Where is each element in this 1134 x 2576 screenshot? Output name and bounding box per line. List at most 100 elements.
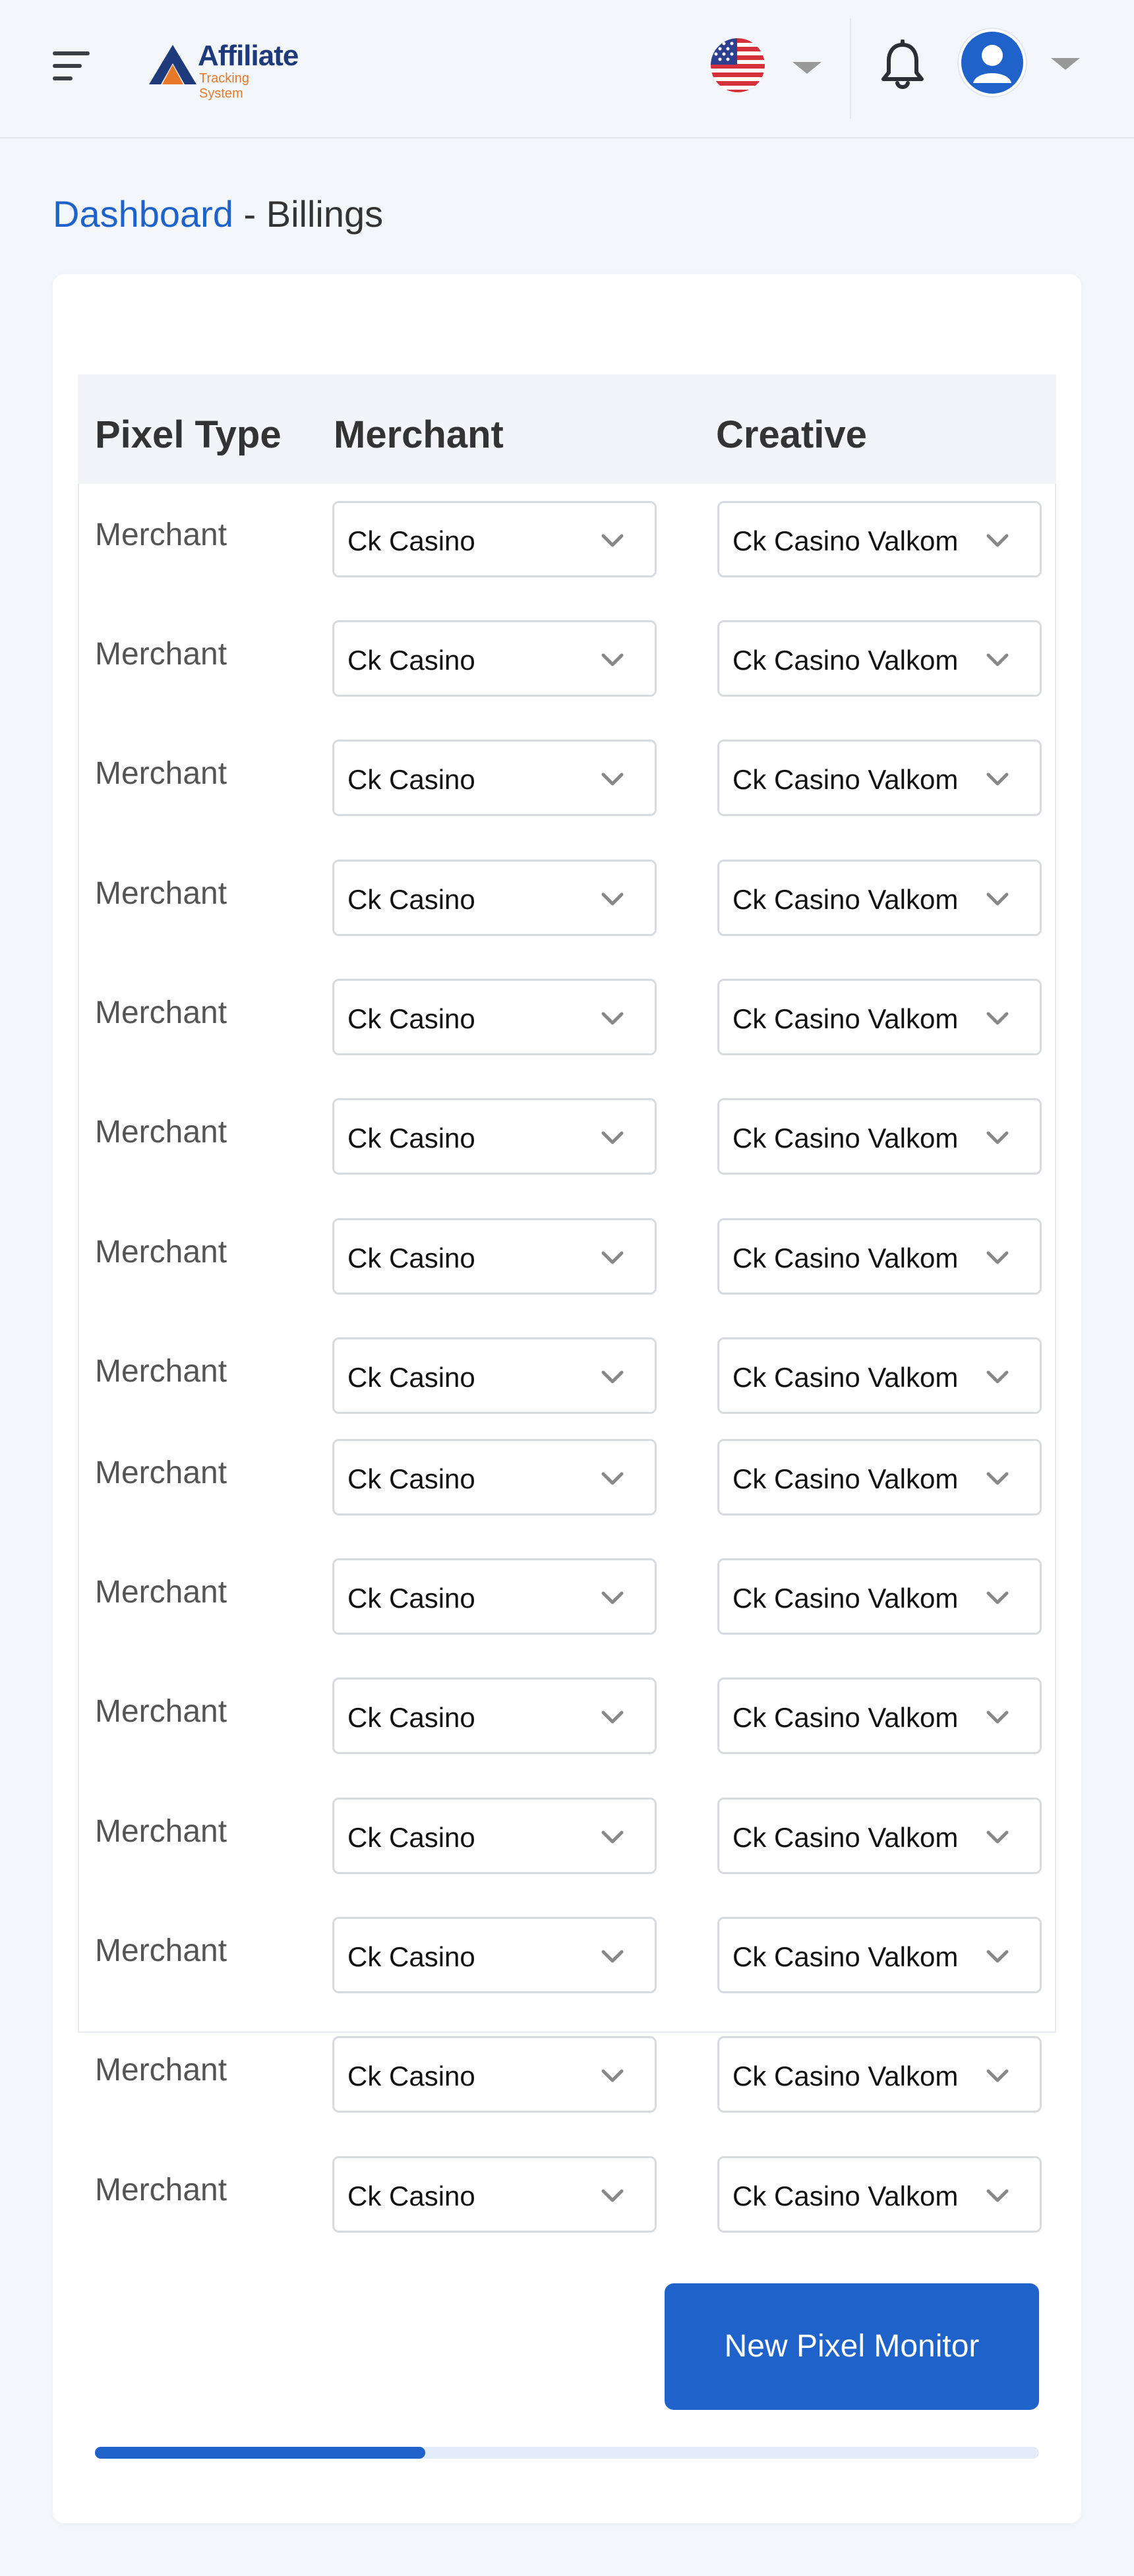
user-dropdown-caret-icon[interactable]: [1051, 58, 1080, 70]
pixel-type-cell: Merchant: [95, 2053, 227, 2088]
merchant-select-value: Ck Casino: [347, 1941, 475, 1972]
scrollbar-thumb[interactable]: [95, 2447, 426, 2459]
creative-select[interactable]: Ck Casino Valkom: [717, 979, 1042, 1055]
merchant-select-value: Ck Casino: [347, 1123, 475, 1154]
creative-select[interactable]: Ck Casino Valkom: [717, 1337, 1042, 1414]
pixel-type-cell: Merchant: [95, 637, 227, 672]
pixel-type-cell: Merchant: [95, 1115, 227, 1150]
creative-select-value: Ck Casino Valkom: [732, 764, 959, 795]
merchant-select-value: Ck Casino: [347, 1362, 475, 1393]
language-dropdown-caret-icon[interactable]: [792, 62, 821, 74]
table-row: Merchant Ck Casino Ck Casino Valkom: [53, 1081, 1081, 1175]
creative-select[interactable]: Ck Casino Valkom: [717, 2156, 1042, 2233]
creative-select-value: Ck Casino Valkom: [732, 1003, 959, 1034]
merchant-select[interactable]: Ck Casino: [332, 2156, 657, 2233]
creative-select-value: Ck Casino Valkom: [732, 1123, 959, 1154]
breadcrumb-current: Billings: [266, 193, 384, 235]
merchant-select[interactable]: Ck Casino: [332, 2036, 657, 2113]
chevron-down-icon: [599, 887, 626, 913]
chevron-down-icon: [984, 1245, 1011, 1272]
merchant-select[interactable]: Ck Casino: [332, 1678, 657, 1754]
column-header-creative[interactable]: Creative: [716, 413, 867, 457]
merchant-select[interactable]: Ck Casino: [332, 1439, 657, 1515]
chevron-down-icon: [599, 1944, 626, 1970]
us-flag-icon[interactable]: [711, 38, 765, 92]
chevron-down-icon: [599, 1245, 626, 1272]
table-row: Merchant Ck Casino Ck Casino Valkom: [53, 1541, 1081, 1635]
table-row: Merchant Ck Casino Ck Casino Valkom: [53, 1422, 1081, 1515]
creative-select-value: Ck Casino Valkom: [732, 2181, 959, 2211]
chevron-down-icon: [599, 767, 626, 793]
table-row: Merchant Ck Casino Ck Casino Valkom: [53, 2019, 1081, 2113]
merchant-select[interactable]: Ck Casino: [332, 740, 657, 816]
merchant-select[interactable]: Ck Casino: [332, 1218, 657, 1295]
pixel-type-cell: Merchant: [95, 517, 227, 552]
table-row: Merchant Ck Casino Ck Casino Valkom: [53, 484, 1081, 577]
column-header-pixel-type: Pixel Type: [95, 413, 282, 456]
creative-select-value: Ck Casino Valkom: [732, 884, 959, 915]
merchant-select[interactable]: Ck Casino: [332, 1098, 657, 1175]
creative-select[interactable]: Ck Casino Valkom: [717, 1678, 1042, 1754]
creative-select[interactable]: Ck Casino Valkom: [717, 1098, 1042, 1175]
chevron-down-icon: [984, 2183, 1011, 2210]
hamburger-menu-icon[interactable]: [53, 51, 90, 80]
merchant-select-value: Ck Casino: [347, 1702, 475, 1733]
pixel-type-cell: Merchant: [95, 2173, 227, 2208]
creative-select[interactable]: Ck Casino Valkom: [717, 1917, 1042, 1993]
breadcrumb-dashboard-link[interactable]: Dashboard: [53, 193, 233, 235]
creative-select[interactable]: Ck Casino Valkom: [717, 2036, 1042, 2113]
table-row: Merchant Ck Casino Ck Casino Valkom: [53, 1201, 1081, 1295]
merchant-select-value: Ck Casino: [347, 1583, 475, 1614]
merchant-select[interactable]: Ck Casino: [332, 501, 657, 577]
merchant-select[interactable]: Ck Casino: [332, 1337, 657, 1414]
creative-select[interactable]: Ck Casino Valkom: [717, 1218, 1042, 1295]
creative-select-value: Ck Casino Valkom: [732, 1583, 959, 1614]
chevron-down-icon: [599, 1006, 626, 1032]
bell-icon[interactable]: [880, 39, 926, 92]
creative-select[interactable]: Ck Casino Valkom: [717, 1558, 1042, 1635]
merchant-select[interactable]: Ck Casino: [332, 1558, 657, 1635]
table-header: Pixel Type Merchant Creative: [78, 374, 1056, 484]
creative-select[interactable]: Ck Casino Valkom: [717, 860, 1042, 936]
creative-select[interactable]: Ck Casino Valkom: [717, 1439, 1042, 1515]
pixel-type-cell: Merchant: [95, 1575, 227, 1610]
creative-select[interactable]: Ck Casino Valkom: [717, 501, 1042, 577]
merchant-select[interactable]: Ck Casino: [332, 1917, 657, 1993]
merchant-select[interactable]: Ck Casino: [332, 620, 657, 697]
logo[interactable]: Affiliate Tracking System: [149, 40, 299, 101]
merchant-select-value: Ck Casino: [347, 884, 475, 915]
logo-subtitle-text: Tracking System: [199, 71, 249, 101]
merchant-select[interactable]: Ck Casino: [332, 979, 657, 1055]
chevron-down-icon: [984, 2063, 1011, 2090]
creative-select[interactable]: Ck Casino Valkom: [717, 740, 1042, 816]
creative-select-value: Ck Casino Valkom: [732, 645, 959, 676]
chevron-down-icon: [984, 1364, 1011, 1391]
creative-select-value: Ck Casino Valkom: [732, 1822, 959, 1853]
creative-select[interactable]: Ck Casino Valkom: [717, 620, 1042, 697]
chevron-down-icon: [984, 1705, 1011, 1731]
chevron-down-icon: [599, 1125, 626, 1152]
breadcrumb: Dashboard - Billings: [53, 192, 383, 235]
pixel-type-cell: Merchant: [95, 1933, 227, 1968]
merchant-select-value: Ck Casino: [347, 1822, 475, 1853]
chevron-down-icon: [599, 2183, 626, 2210]
chevron-down-icon: [984, 1006, 1011, 1032]
chevron-down-icon: [599, 1825, 626, 1851]
chevron-down-icon: [599, 1585, 626, 1612]
column-header-merchant[interactable]: Merchant: [334, 413, 504, 457]
pixel-type-cell: Merchant: [95, 1455, 227, 1490]
user-avatar-icon[interactable]: [959, 29, 1026, 96]
merchant-select[interactable]: Ck Casino: [332, 1798, 657, 1874]
creative-select-value: Ck Casino Valkom: [732, 2061, 959, 2092]
new-pixel-monitor-button[interactable]: New Pixel Monitor: [665, 2283, 1039, 2410]
merchant-select[interactable]: Ck Casino: [332, 860, 657, 936]
chevron-down-icon: [984, 887, 1011, 913]
billings-card: Pixel Type Merchant Creative Merchant Ck …: [53, 274, 1081, 2523]
creative-select[interactable]: Ck Casino Valkom: [717, 1798, 1042, 1874]
pixel-type-cell: Merchant: [95, 1814, 227, 1849]
pixel-type-cell: Merchant: [95, 756, 227, 791]
logo-mark-icon: [149, 45, 196, 84]
horizontal-scrollbar[interactable]: [95, 2447, 1039, 2459]
chevron-down-icon: [984, 767, 1011, 793]
merchant-select-value: Ck Casino: [347, 645, 475, 676]
